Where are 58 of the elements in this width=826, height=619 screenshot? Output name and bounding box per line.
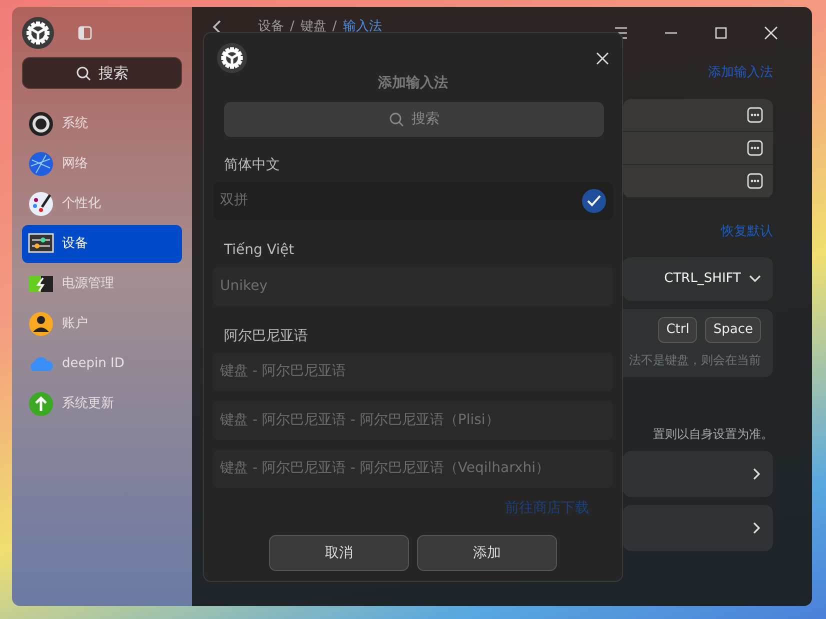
arrow-up-icon	[28, 391, 54, 417]
input-method-item[interactable]: 键盘 - 阿尔巴尼亚语 - 阿尔巴尼亚语（Plisi）	[213, 401, 613, 440]
gear-icon	[22, 17, 54, 49]
sidebar-item[interactable]: 电源管理	[22, 265, 182, 303]
breadcrumb-separator: /	[290, 18, 294, 36]
input-method-item[interactable]: 键盘 - 阿尔巴尼亚语 - 阿尔巴尼亚语（Veqilharxhi）	[213, 450, 613, 488]
input-method-item[interactable]: Unikey	[213, 267, 613, 306]
search-placeholder: 搜索	[412, 110, 440, 129]
sidebar-item[interactable]: 系统	[22, 105, 182, 143]
sidebar-item[interactable]: deepin ID	[22, 345, 182, 383]
chevron-down-icon[interactable]	[749, 275, 761, 283]
sidebar-item[interactable]: 系统更新	[22, 385, 182, 423]
search-field[interactable]: 搜索	[224, 102, 604, 137]
group-heading: 阿尔巴尼亚语	[223, 326, 309, 346]
close-icon[interactable]	[596, 52, 609, 64]
search-placeholder: 搜索	[98, 62, 128, 84]
restore-default-link[interactable]: 恢复默认	[721, 222, 773, 241]
more-icon[interactable]	[747, 140, 763, 156]
more-icon[interactable]	[747, 106, 763, 122]
sidebar-item[interactable]: 设备	[22, 225, 182, 263]
group-heading: 简体中文	[223, 156, 281, 175]
sidebar-item[interactable]: 网络	[22, 145, 182, 183]
note-text: 置则以自身设置为准。	[653, 426, 773, 442]
chevron-right-icon	[753, 468, 761, 480]
dialog-button[interactable]: 添加	[417, 535, 557, 572]
back-icon[interactable]	[212, 20, 222, 34]
input-method-row[interactable]	[623, 132, 773, 164]
sidebar-item[interactable]: 账户	[22, 305, 182, 343]
dialog-title: 添加输入法	[377, 74, 449, 93]
search-icon	[76, 66, 90, 80]
shortcut-row[interactable]: CTRL_SHIFT	[623, 257, 773, 301]
add-input-method-link[interactable]: 添加输入法	[708, 63, 773, 82]
search-icon	[388, 112, 404, 127]
input-method-item[interactable]: 键盘 - 阿尔巴尼亚语	[213, 352, 613, 392]
note-text: 法不是键盘，则会在当前	[629, 352, 761, 368]
input-method-row[interactable]	[623, 164, 773, 198]
input-method-item[interactable]: 双拼	[213, 182, 613, 220]
group-heading: Tiếng Việt	[223, 241, 296, 260]
search-field[interactable]: 搜索	[22, 57, 182, 89]
maximize-icon[interactable]	[714, 26, 728, 40]
gear-icon	[217, 43, 247, 73]
close-icon[interactable]	[764, 26, 778, 40]
checkmark-icon	[582, 188, 606, 213]
key-cap: Ctrl	[658, 317, 698, 342]
dialog-button[interactable]: 取消	[269, 535, 409, 572]
input-method-row[interactable]	[623, 98, 773, 132]
globe-icon	[28, 151, 54, 177]
sidebar-toggle-icon[interactable]	[78, 26, 92, 40]
chevron-right-icon	[753, 522, 761, 534]
key-cap: Space	[705, 317, 761, 342]
store-download-link[interactable]: 前往商店下载	[505, 498, 589, 520]
sidebar-item[interactable]: 个性化	[22, 185, 182, 223]
person-icon	[28, 311, 54, 337]
shortcut-value: CTRL_SHIFT	[664, 270, 741, 288]
ring-icon	[28, 111, 54, 137]
more-icon[interactable]	[747, 172, 763, 188]
palette-icon	[28, 191, 54, 217]
breadcrumb-separator: /	[332, 18, 337, 36]
